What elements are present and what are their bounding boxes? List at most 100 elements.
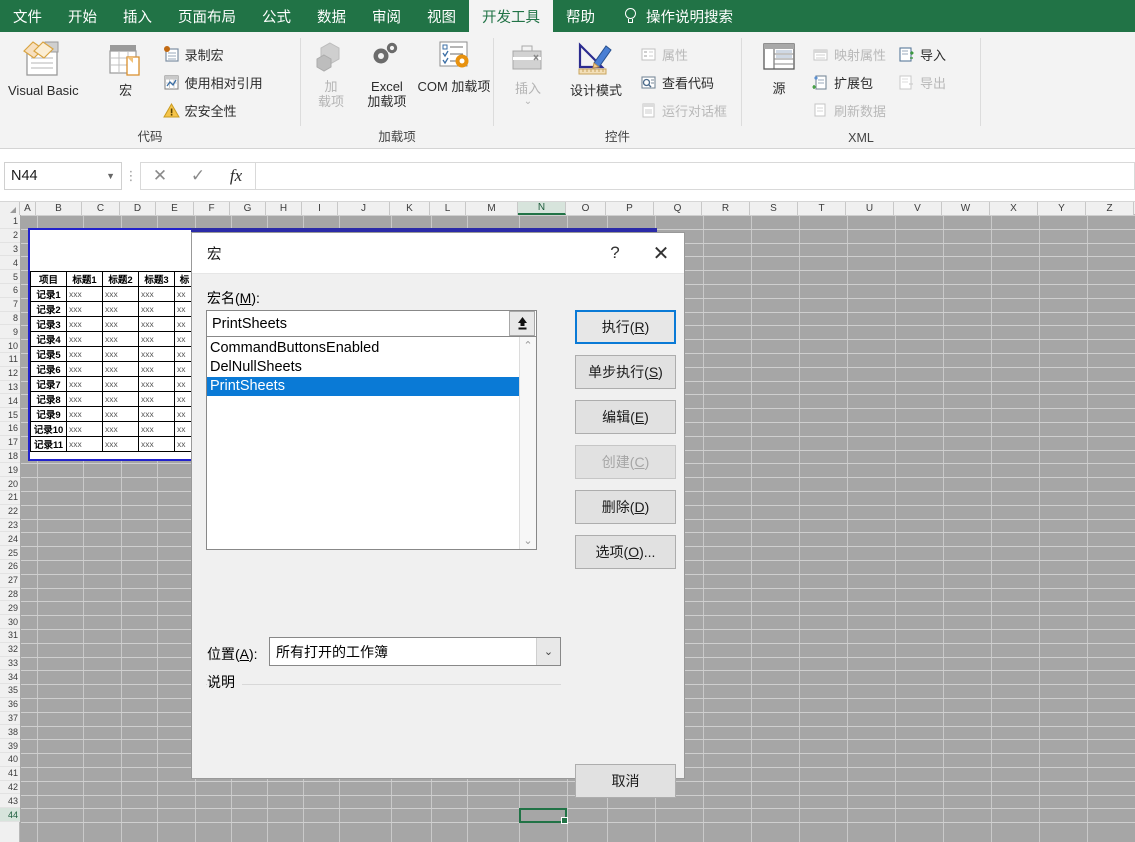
insert-control-button[interactable]: 插入 ⌄ (502, 35, 554, 107)
addins-button[interactable]: 加 载项 (307, 35, 355, 110)
row-header-8[interactable]: 8 (0, 311, 20, 326)
row-header-25[interactable]: 25 (0, 546, 20, 560)
row-header-13[interactable]: 13 (0, 380, 20, 395)
row-header-43[interactable]: 43 (0, 794, 20, 809)
tab-page-layout[interactable]: 页面布局 (165, 0, 249, 32)
expansion-pack-button[interactable]: 扩展包 (808, 68, 892, 96)
refresh-data-button[interactable]: 刷新数据 (808, 96, 892, 124)
excel-addins-button[interactable]: Excel 加载项 (361, 35, 413, 110)
column-header-T[interactable]: T (798, 202, 846, 215)
row-header-15[interactable]: 15 (0, 408, 20, 422)
row-header-6[interactable]: 6 (0, 283, 20, 298)
column-header-I[interactable]: I (302, 202, 338, 215)
row-header-36[interactable]: 36 (0, 697, 20, 712)
row-header-30[interactable]: 30 (0, 615, 20, 629)
row-header-11[interactable]: 11 (0, 352, 20, 367)
macro-security-button[interactable]: 宏安全性 (159, 96, 269, 124)
xml-source-button[interactable]: 源 (754, 35, 804, 97)
row-header-42[interactable]: 42 (0, 780, 20, 795)
column-header-X[interactable]: X (990, 202, 1038, 215)
row-header-26[interactable]: 26 (0, 559, 20, 574)
column-header-J[interactable]: J (338, 202, 390, 215)
visual-basic-button[interactable]: Visual Basic (2, 35, 85, 99)
row-header-18[interactable]: 18 (0, 449, 20, 464)
tab-help[interactable]: 帮助 (553, 0, 608, 32)
column-header-E[interactable]: E (156, 202, 194, 215)
row-header-3[interactable]: 3 (0, 242, 20, 257)
row-header-7[interactable]: 7 (0, 297, 20, 312)
row-header-32[interactable]: 32 (0, 642, 20, 657)
confirm-check-icon[interactable]: ✓ (179, 163, 217, 189)
row-header-34[interactable]: 34 (0, 670, 20, 685)
import-button[interactable]: 导入 (894, 40, 952, 68)
column-header-H[interactable]: H (266, 202, 302, 215)
column-header-Q[interactable]: Q (654, 202, 702, 215)
column-header-P[interactable]: P (606, 202, 654, 215)
help-icon[interactable]: ? (592, 233, 638, 274)
row-header-24[interactable]: 24 (0, 532, 20, 547)
row-header-38[interactable]: 38 (0, 725, 20, 740)
name-box[interactable]: N44 ▼ (4, 161, 122, 190)
row-header-12[interactable]: 12 (0, 366, 20, 381)
selected-cell-n44[interactable] (519, 808, 568, 825)
tab-home[interactable]: 开始 (55, 0, 110, 32)
row-header-23[interactable]: 23 (0, 518, 20, 533)
row-header-31[interactable]: 31 (0, 628, 20, 643)
row-header-16[interactable]: 16 (0, 421, 20, 436)
column-header-S[interactable]: S (750, 202, 798, 215)
column-header-D[interactable]: D (120, 202, 156, 215)
use-relative-references-button[interactable]: 使用相对引用 (159, 68, 269, 96)
tab-file[interactable]: 文件 (0, 0, 55, 32)
macro-name-input[interactable]: PrintSheets (206, 310, 537, 337)
tab-insert[interactable]: 插入 (110, 0, 165, 32)
options-button[interactable]: 选项(O)... (575, 535, 676, 569)
row-header-14[interactable]: 14 (0, 394, 20, 409)
row-header-44[interactable]: 44 (0, 808, 20, 823)
up-arrow-icon[interactable] (509, 311, 535, 336)
column-header-W[interactable]: W (942, 202, 990, 215)
edit-button[interactable]: 编辑(E) (575, 400, 676, 434)
macro-list-item[interactable]: DelNullSheets (207, 358, 519, 377)
column-header-U[interactable]: U (846, 202, 894, 215)
column-header-N[interactable]: N (518, 202, 566, 215)
com-addins-button[interactable]: COM 加载项 (415, 35, 493, 95)
formula-input[interactable] (255, 161, 1135, 190)
row-header-22[interactable]: 22 (0, 504, 20, 519)
tab-view[interactable]: 视图 (414, 0, 469, 32)
row-header-41[interactable]: 41 (0, 766, 20, 781)
chevron-down-icon[interactable]: ▼ (106, 171, 115, 181)
chevron-up-icon[interactable]: ⌃ (523, 339, 532, 352)
dialog-title-bar[interactable]: 宏 ? ✕ (192, 233, 684, 274)
cancel-button[interactable]: 取消 (575, 764, 676, 798)
column-header-Y[interactable]: Y (1038, 202, 1086, 215)
step-into-button[interactable]: 单步执行(S) (575, 355, 676, 389)
row-header-40[interactable]: 40 (0, 753, 20, 767)
chevron-down-icon[interactable]: ⌄ (536, 638, 560, 665)
cancel-x-icon[interactable]: ✕ (141, 163, 179, 189)
column-header-R[interactable]: R (702, 202, 750, 215)
create-button[interactable]: 创建(C) (575, 445, 676, 479)
row-header-19[interactable]: 19 (0, 463, 20, 478)
macro-button[interactable]: 宏 (99, 35, 153, 99)
tab-data[interactable]: 数据 (304, 0, 359, 32)
row-header-10[interactable]: 10 (0, 339, 20, 353)
row-header-17[interactable]: 17 (0, 435, 20, 450)
column-header-M[interactable]: M (466, 202, 518, 215)
column-header-F[interactable]: F (194, 202, 230, 215)
formula-bar-handle[interactable]: ⋮ (122, 169, 140, 182)
tell-me-search[interactable]: 操作说明搜索 (608, 0, 746, 32)
run-button[interactable]: 执行(R) (575, 310, 676, 344)
macro-list-scrollbar[interactable]: ⌃ ⌄ (519, 337, 536, 549)
column-header-O[interactable]: O (566, 202, 606, 215)
tab-developer[interactable]: 开发工具 (469, 0, 553, 32)
row-header-35[interactable]: 35 (0, 684, 20, 698)
row-header-29[interactable]: 29 (0, 601, 20, 616)
row-header-33[interactable]: 33 (0, 656, 20, 671)
view-code-button[interactable]: 查看代码 (636, 68, 733, 96)
map-properties-button[interactable]: 映射属性 (808, 40, 892, 68)
row-header-4[interactable]: 4 (0, 256, 20, 271)
column-header-K[interactable]: K (390, 202, 430, 215)
record-macro-button[interactable]: 录制宏 (159, 40, 269, 68)
delete-button[interactable]: 删除(D) (575, 490, 676, 524)
row-header-39[interactable]: 39 (0, 739, 20, 754)
